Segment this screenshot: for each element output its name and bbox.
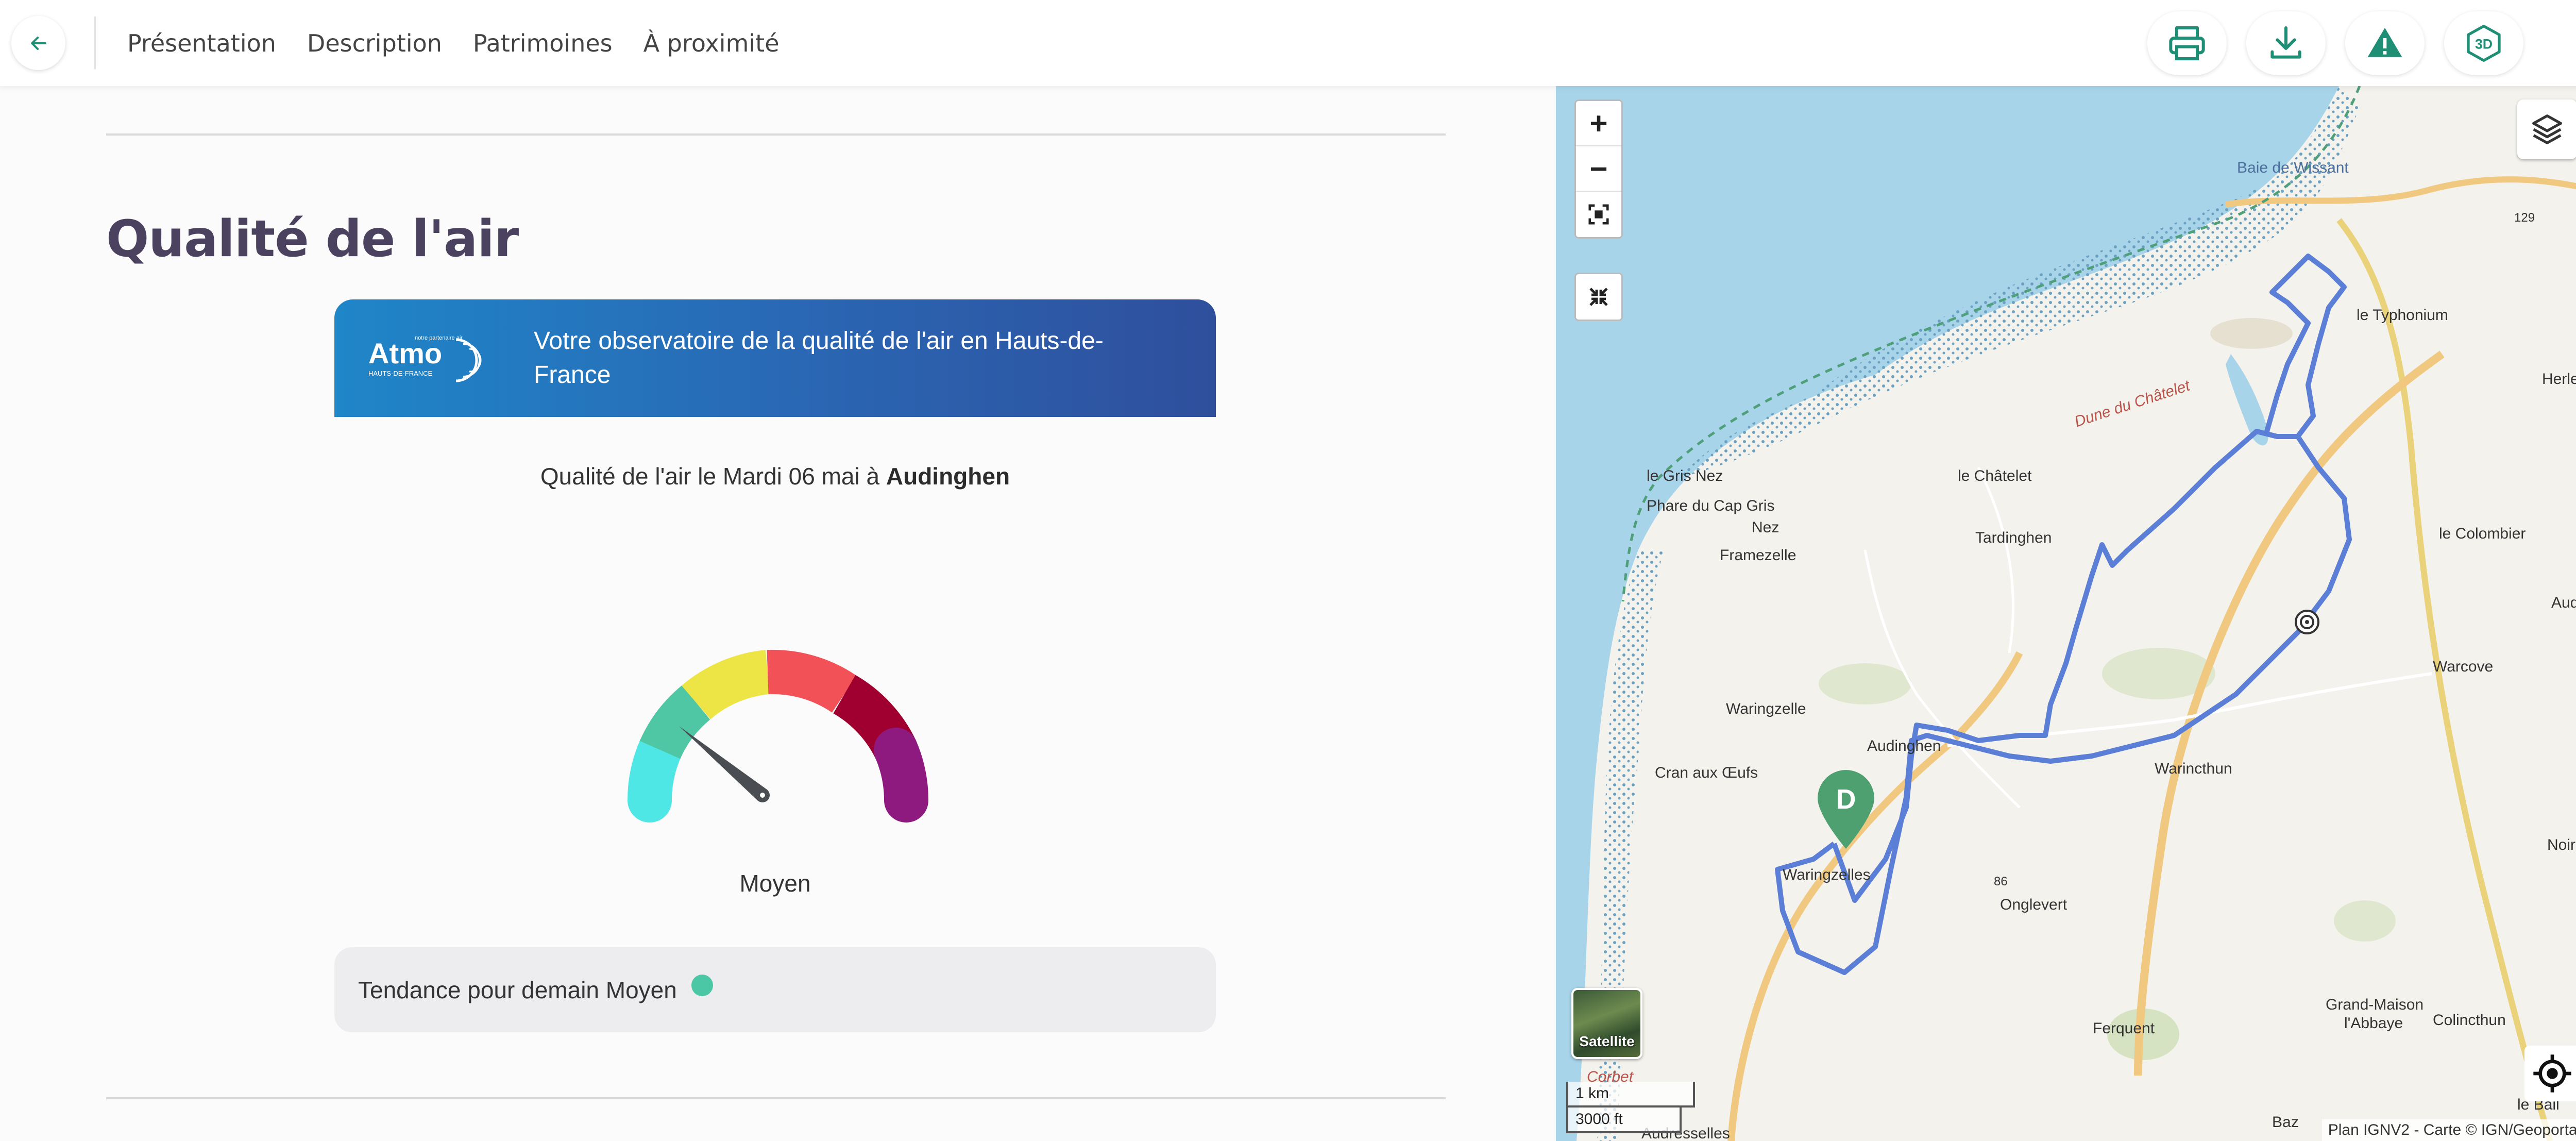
label-baz: Baz: [2272, 1114, 2299, 1131]
collapse-icon: [1589, 288, 1608, 306]
label-noirbern: Noirbern: [2547, 836, 2576, 853]
atmo-banner-text: Votre observatoire de la qualité de l'ai…: [534, 327, 1104, 389]
label-waringzelle: Waringzelle: [1726, 700, 1806, 717]
gauge-needle: [679, 726, 770, 802]
label-colombier: le Colombier: [2439, 525, 2526, 542]
label-typhonium: le Typhonium: [2357, 307, 2448, 324]
download-button[interactable]: [2246, 11, 2326, 75]
label-road-86: 86: [1994, 875, 2008, 888]
start-marker[interactable]: D: [1814, 768, 1878, 851]
label-ferquent: Ferquent: [2093, 1020, 2155, 1037]
label-grand-maison: Grand-Maison: [2326, 996, 2424, 1013]
label-warcove: Warcove: [2433, 658, 2494, 675]
bottom-divider: [106, 1097, 1446, 1099]
tomorrow-trend: Tendance pour demain Moyen: [334, 947, 1216, 1032]
trend-indicator: [691, 974, 713, 996]
label-audinghen: Audinghen: [1867, 737, 1941, 754]
map-attribution: Plan IGNV2 - Carte © IGN/Geoportail: [2321, 1119, 2576, 1141]
label-tardinghen: Tardinghen: [1975, 529, 2052, 546]
atmo-logo-text: Atmo: [368, 337, 442, 370]
label-chatelet: le Châtelet: [1958, 467, 2032, 484]
fit-bounds-icon: [1588, 204, 1609, 225]
label-auden: Auden: [2551, 594, 2576, 611]
atmo-logo-small: notre partenaire air: [415, 335, 463, 341]
3d-view-button[interactable]: 3D: [2444, 11, 2523, 75]
map-canvas[interactable]: [1556, 86, 2576, 1141]
fullscreen-exit-button[interactable]: [1574, 273, 1623, 321]
nav-patrimoines[interactable]: Patrimoines: [473, 29, 613, 57]
label-gris-nez: le Gris Nez: [1647, 467, 1723, 484]
trend-text: Tendance pour demain Moyen: [358, 976, 677, 1003]
nav-description[interactable]: Description: [307, 29, 442, 57]
air-quality-place: Audinghen: [886, 463, 1010, 490]
label-phare-nez: Nez: [1752, 519, 1780, 536]
atmo-banner[interactable]: Atmo notre partenaire air HAUTS-DE-FRANC…: [334, 299, 1216, 417]
header-actions: 3D: [2147, 11, 2523, 75]
label-herlen: Herlen: [2542, 371, 2576, 388]
download-icon: [2270, 26, 2301, 59]
3d-icon: 3D: [2467, 25, 2501, 62]
map-panel[interactable]: Baie de Wissant le Typhonium Herlen Dune…: [1556, 86, 2576, 1141]
layers-button[interactable]: [2517, 99, 2576, 159]
printer-icon: [2169, 26, 2205, 61]
air-quality-prefix: Qualité de l'air le Mardi 06 mai à: [540, 463, 886, 490]
print-button[interactable]: [2147, 11, 2227, 75]
gauge-needle-dot: [760, 793, 765, 798]
top-divider: [106, 133, 1446, 136]
zoom-out-button[interactable]: −: [1576, 146, 1621, 192]
locate-button[interactable]: [2524, 1046, 2576, 1101]
poi-marker[interactable]: [2295, 610, 2319, 634]
back-button[interactable]: [11, 16, 65, 70]
header-divider: [94, 16, 96, 69]
label-road-129: 129: [2514, 211, 2535, 225]
section-title: Qualité de l'air: [106, 210, 519, 269]
label-waringzelles: Waringzelles: [1783, 866, 1871, 883]
top-bar: Présentation Description Patrimoines À p…: [0, 0, 2576, 86]
satellite-label: Satellite: [1579, 1033, 1635, 1049]
zoom-control: + −: [1574, 99, 1623, 239]
content-panel: Qualité de l'air Atmo notre partenaire a…: [0, 86, 1556, 1141]
scale-km: 1 km: [1566, 1082, 1695, 1108]
warning-icon: [2367, 28, 2402, 57]
label-warincthun: Warincthun: [2155, 760, 2232, 777]
start-marker-label: D: [1836, 784, 1856, 815]
gauge-label: Moyen: [739, 870, 811, 897]
arrow-left-icon: [30, 36, 46, 50]
label-onglevert: Onglevert: [2000, 896, 2067, 913]
gauge-needle-shape: [679, 726, 767, 801]
fit-bounds-button[interactable]: [1576, 192, 1621, 237]
air-quality-date: Qualité de l'air le Mardi 06 mai à Audin…: [334, 462, 1216, 490]
nav-presentation[interactable]: Présentation: [127, 29, 276, 57]
label-baie: Baie de Wissant: [2237, 159, 2349, 176]
atmo-logo: Atmo notre partenaire air HAUTS-DE-FRANC…: [368, 335, 482, 382]
air-quality-gauge: [627, 649, 929, 823]
route-path-north: [2264, 254, 2347, 438]
label-framezelle: Framezelle: [1720, 547, 1797, 564]
label-colincthun: Colincthun: [2433, 1012, 2506, 1029]
crosshair-icon: [2533, 1054, 2571, 1093]
label-cran: Cran aux Œufs: [1655, 764, 1758, 781]
label-abbaye: l'Abbaye: [2344, 1015, 2403, 1032]
report-button[interactable]: [2345, 11, 2425, 75]
atmo-logo-subtext: HAUTS-DE-FRANCE: [368, 370, 433, 377]
zoom-in-button[interactable]: +: [1576, 101, 1621, 146]
satellite-toggle[interactable]: Satellite: [1571, 988, 1642, 1059]
nav-a-proximite[interactable]: À proximité: [643, 29, 779, 57]
label-phare: Phare du Cap Gris: [1647, 497, 1775, 514]
scale-ft: 3000 ft: [1566, 1108, 1682, 1133]
section-nav: Présentation Description Patrimoines À p…: [127, 0, 779, 86]
svg-text:3D: 3D: [2475, 37, 2493, 52]
map-scale: 1 km 3000 ft: [1566, 1082, 1695, 1133]
layers-icon: [2532, 114, 2562, 144]
